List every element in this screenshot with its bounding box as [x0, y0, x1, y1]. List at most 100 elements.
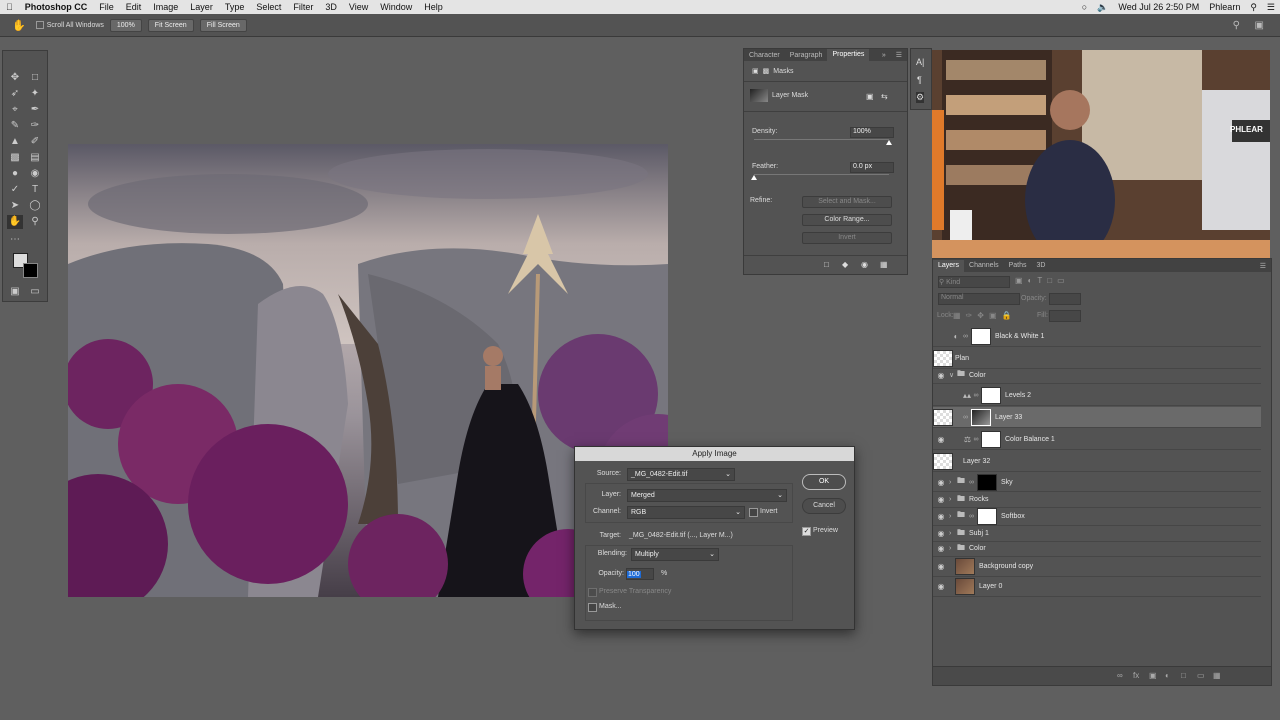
ok-button[interactable]: OK	[802, 474, 846, 490]
dodge-tool-icon[interactable]: ◉	[27, 167, 43, 181]
apply-mask-icon[interactable]: ◆	[842, 260, 848, 269]
layer-row-softbox-group[interactable]: ◉ › 🖿 ∞ Softbox	[933, 507, 1261, 526]
density-slider-thumb[interactable]	[886, 140, 892, 145]
tab-properties[interactable]: Properties	[827, 49, 870, 61]
invert-checkbox[interactable]	[749, 508, 758, 517]
chevron-right-icon[interactable]: ›	[949, 479, 957, 486]
brush-tool-icon[interactable]: ✑	[27, 119, 43, 133]
eye-icon[interactable]: ◉	[933, 562, 949, 571]
feather-slider-track[interactable]	[754, 174, 889, 175]
select-and-mask-button[interactable]: Select and Mask...	[802, 196, 892, 208]
pixel-mask-icon[interactable]: ▣	[752, 67, 759, 75]
preview-checkbox[interactable]: ✓	[802, 527, 811, 536]
blur-tool-icon[interactable]: ●	[7, 167, 23, 181]
layer-mask-thumbnail[interactable]	[977, 507, 997, 525]
menu-image[interactable]: Image	[147, 2, 184, 12]
lock-icons[interactable]: ▦✑✥▣🔒	[953, 311, 1016, 320]
fit-screen-button[interactable]: Fit Screen	[147, 18, 194, 32]
layer-mask-thumbnail[interactable]	[971, 327, 991, 345]
quick-mask-icon[interactable]: ▣	[7, 285, 23, 299]
menu-file[interactable]: File	[93, 2, 120, 12]
eraser-tool-icon[interactable]: ▩	[7, 151, 23, 165]
trash-icon[interactable]: ▦	[1213, 671, 1221, 680]
panel-menu-icon[interactable]: ☰	[891, 51, 907, 59]
path-select-icon[interactable]: ➤	[7, 199, 23, 213]
chevron-down-icon[interactable]: ∨	[949, 371, 957, 379]
mask-checkbox[interactable]	[588, 603, 597, 612]
layer-row-background-copy[interactable]: ◉ Background copy	[933, 556, 1261, 577]
fill-field[interactable]	[1049, 310, 1081, 322]
eye-icon[interactable]: ◉	[933, 512, 949, 521]
layer-mask-thumbnail[interactable]	[977, 473, 997, 491]
link-layers-icon[interactable]: ∞	[1117, 671, 1123, 680]
zoom-tool-icon[interactable]: ⚲	[27, 215, 43, 229]
link-icon[interactable]: ∞	[963, 333, 971, 340]
menu-view[interactable]: View	[343, 2, 374, 12]
eye-icon[interactable]: ◉	[933, 371, 949, 380]
clock-text[interactable]: Wed Jul 26 2:50 PM	[1113, 2, 1204, 12]
layer-row-layer-33[interactable]: ◉ ∞ Layer 33	[933, 407, 1261, 428]
source-select[interactable]: _MG_0482-Edit.tif ⌄	[627, 468, 735, 481]
type-tool-icon[interactable]: T	[27, 183, 43, 197]
checkbox-box[interactable]	[35, 21, 44, 29]
chevron-right-icon[interactable]: ›	[949, 545, 957, 552]
eye-icon[interactable]: ◉	[933, 544, 949, 553]
menu-edit[interactable]: Edit	[120, 2, 148, 12]
app-menu[interactable]: Photoshop CC	[19, 2, 94, 12]
wifi-icon[interactable]: ○	[1077, 2, 1092, 12]
link-icon[interactable]: ∞	[969, 513, 977, 520]
filter-type-icons[interactable]: ▣◐T□▭	[1015, 276, 1070, 285]
tab-3d[interactable]: 3D	[1032, 262, 1051, 269]
lasso-tool-icon[interactable]: ➶	[7, 87, 23, 101]
new-group-icon[interactable]: □	[1181, 671, 1186, 680]
crop-tool-icon[interactable]: ⌖	[7, 103, 23, 117]
stamp-tool-icon[interactable]: ▲	[7, 135, 23, 149]
select-mask-icon[interactable]: ▣	[866, 92, 874, 101]
layer-row-sky-group[interactable]: ◉ › 🖿 ∞ Sky	[933, 473, 1261, 492]
link-icon[interactable]: ∞	[969, 479, 977, 486]
hand-tool-icon[interactable]: ✋	[7, 215, 23, 229]
panel-menu-icon[interactable]: ☰	[1255, 262, 1271, 270]
density-slider-track[interactable]	[754, 139, 889, 140]
apple-icon[interactable]: 	[0, 2, 19, 12]
layer-thumbnail[interactable]	[955, 577, 975, 595]
layer-mask-thumbnail[interactable]	[981, 430, 1001, 448]
background-color-swatch[interactable]	[23, 263, 38, 278]
tab-paths[interactable]: Paths	[1004, 262, 1032, 269]
layer-row-layer-32[interactable]: ◉ Layer 32	[933, 451, 1261, 472]
add-mask-icon[interactable]: ▣	[1149, 671, 1157, 680]
opacity-field[interactable]: 100	[626, 568, 654, 580]
workspace-icon[interactable]: ▣	[1255, 20, 1264, 31]
apply-mask-icon[interactable]: ⇆	[881, 92, 888, 101]
ellipse-tool-icon[interactable]: ◯	[27, 199, 43, 213]
menu-3d[interactable]: 3D	[319, 2, 343, 12]
character-panel-icon[interactable]: A|	[916, 57, 924, 67]
menu-window[interactable]: Window	[374, 2, 418, 12]
eye-icon[interactable]: ◉	[933, 529, 949, 538]
eyedropper-icon[interactable]: ✒	[27, 103, 43, 117]
tab-channels[interactable]: Channels	[964, 262, 1004, 269]
chevron-right-icon[interactable]: ›	[949, 530, 957, 537]
zoom-100-button[interactable]: 100%	[109, 18, 142, 32]
eye-icon[interactable]: ◉	[933, 478, 949, 487]
eye-icon[interactable]: ◉	[861, 260, 868, 269]
tab-paragraph[interactable]: Paragraph	[785, 52, 828, 59]
tab-layers[interactable]: Layers	[933, 259, 965, 272]
density-field[interactable]: 100%	[850, 127, 894, 138]
layer-select[interactable]: Merged ⌄	[627, 489, 787, 502]
layer-thumbnail[interactable]	[933, 349, 953, 367]
move-tool-icon[interactable]: ✥	[7, 71, 23, 85]
search-icon[interactable]: ⚲	[1245, 2, 1262, 13]
menu-type[interactable]: Type	[219, 2, 251, 12]
menu-layer[interactable]: Layer	[184, 2, 219, 12]
search-icon[interactable]: ⚲	[1233, 20, 1240, 31]
gradient-tool-icon[interactable]: ▤	[27, 151, 43, 165]
layer-mask-thumbnail[interactable]	[981, 386, 1001, 404]
layer-row-rocks-group[interactable]: ◉ › 🖿 Rocks	[933, 492, 1261, 508]
menu-help[interactable]: Help	[418, 2, 449, 12]
user-name[interactable]: Phlearn	[1204, 2, 1245, 12]
adjustment-layer-icon[interactable]: ◐	[1165, 671, 1170, 680]
properties-panel-icon[interactable]: ⚙	[916, 92, 925, 103]
history-brush-icon[interactable]: ✐	[27, 135, 43, 149]
healing-brush-icon[interactable]: ✎	[7, 119, 23, 133]
